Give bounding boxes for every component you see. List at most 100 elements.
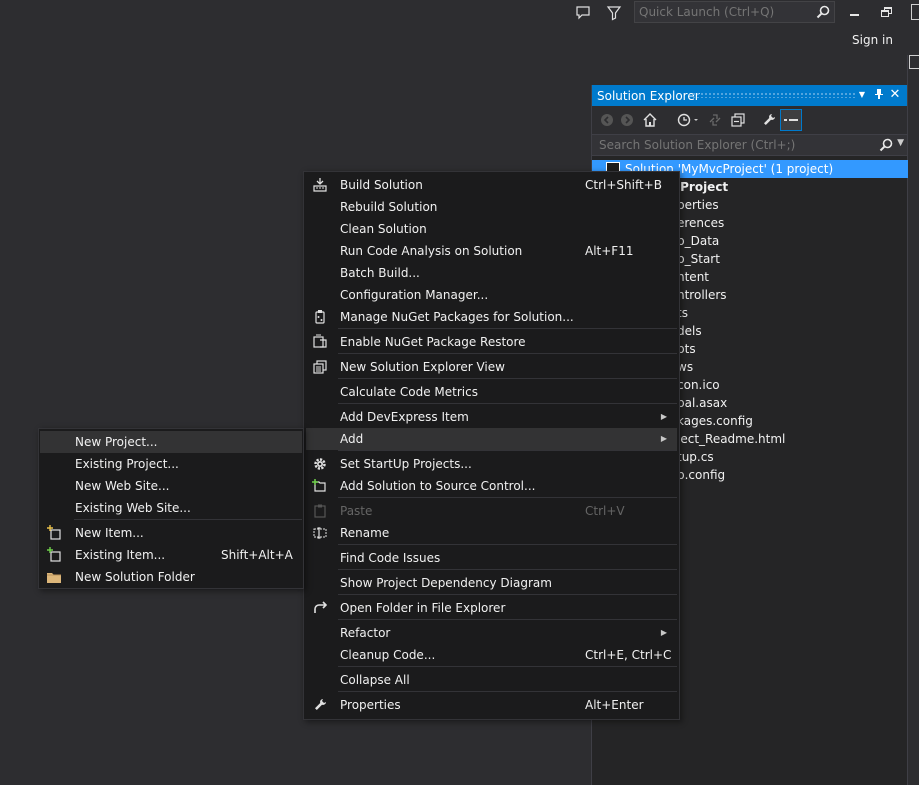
menu-item-existing-project[interactable]: Existing Project... <box>40 453 302 475</box>
existing-item-icon <box>46 547 62 563</box>
menu-separator <box>338 691 677 692</box>
menu-item-new-solution-folder[interactable]: New Solution Folder <box>40 566 302 588</box>
menu-item-existing-web-site[interactable]: Existing Web Site... <box>40 497 302 519</box>
menu-item-run-code-analysis[interactable]: Run Code Analysis on Solution Alt+F11 <box>306 240 677 262</box>
tree-item-label: perties <box>677 198 719 212</box>
new-view-icon <box>312 359 328 375</box>
title-grip[interactable] <box>692 92 855 98</box>
menu-separator <box>338 544 677 545</box>
menu-item-enable-nuget-restore[interactable]: Enable NuGet Package Restore <box>306 331 677 353</box>
collapse-all-icon[interactable] <box>729 111 747 129</box>
search-icon[interactable] <box>879 138 893 155</box>
menu-item-add[interactable]: Add ▶ <box>306 428 677 450</box>
menu-item-add-devexpress-item[interactable]: Add DevExpress Item ▶ <box>306 406 677 428</box>
new-item-icon <box>46 525 62 541</box>
titlebar-icons <box>570 2 630 24</box>
menu-item-new-item[interactable]: New Item... <box>40 522 302 544</box>
preview-selected-icon[interactable] <box>780 109 802 131</box>
history-icon[interactable] <box>674 111 702 129</box>
menu-separator <box>338 450 677 451</box>
menu-separator <box>338 353 677 354</box>
menu-item-manage-nuget[interactable]: Manage NuGet Packages for Solution... <box>306 306 677 328</box>
menu-separator <box>74 519 302 520</box>
menu-item-refactor[interactable]: Refactor ▶ <box>306 622 677 644</box>
close-button-edge[interactable] <box>911 4 919 20</box>
menu-item-rename[interactable]: Rename <box>306 522 677 544</box>
menu-separator <box>338 666 677 667</box>
menu-item-clean-solution[interactable]: Clean Solution <box>306 218 677 240</box>
pin-icon[interactable] <box>872 88 886 102</box>
menu-item-existing-item[interactable]: Existing Item... Shift+Alt+A <box>40 544 302 566</box>
dropdown-arrow-icon[interactable]: ▼ <box>855 88 869 102</box>
menu-item-add-to-source-control[interactable]: Add Solution to Source Control... <box>306 475 677 497</box>
menu-separator <box>338 328 677 329</box>
menu-separator <box>338 594 677 595</box>
menu-item-new-web-site[interactable]: New Web Site... <box>40 475 302 497</box>
add-submenu: New Project... Existing Project... New W… <box>38 428 304 589</box>
menu-item-configuration-manager[interactable]: Configuration Manager... <box>306 284 677 306</box>
gear-icon <box>312 456 328 472</box>
menu-item-rebuild-solution[interactable]: Rebuild Solution <box>306 196 677 218</box>
nuget-icon <box>312 309 328 325</box>
menu-item-calculate-code-metrics[interactable]: Calculate Code Metrics <box>306 381 677 403</box>
folder-icon <box>46 569 62 585</box>
menu-item-batch-build[interactable]: Batch Build... <box>306 262 677 284</box>
menu-item-cleanup-code[interactable]: Cleanup Code... Ctrl+E, Ctrl+C <box>306 644 677 666</box>
close-icon[interactable]: ✕ <box>888 88 902 102</box>
solution-explorer-title: Solution Explorer <box>597 88 700 103</box>
menu-item-collapse-all[interactable]: Collapse All <box>306 669 677 691</box>
source-control-icon <box>312 478 328 494</box>
tree-item-label: tup.cs <box>677 450 714 464</box>
minimize-icon[interactable] <box>846 6 864 20</box>
tree-item-label: erences <box>677 216 725 230</box>
menu-separator <box>338 497 677 498</box>
package-restore-icon <box>312 334 328 350</box>
solution-context-menu: Build Solution Ctrl+Shift+B Rebuild Solu… <box>303 171 680 720</box>
menu-item-open-folder-in-explorer[interactable]: Open Folder in File Explorer <box>306 597 677 619</box>
menu-separator <box>338 569 677 570</box>
paste-icon <box>312 503 328 519</box>
panel-tab-icon[interactable] <box>909 55 919 69</box>
search-options-dropdown-icon[interactable]: ▼ <box>897 138 904 148</box>
forward-icon[interactable] <box>618 111 636 129</box>
feedback-icon[interactable] <box>575 5 593 23</box>
submenu-arrow-icon: ▶ <box>660 628 667 637</box>
menu-item-find-code-issues[interactable]: Find Code Issues <box>306 547 677 569</box>
properties-wrench-icon[interactable] <box>760 111 778 129</box>
filter-icon[interactable] <box>606 5 624 23</box>
menu-separator <box>338 378 677 379</box>
tree-item-label: cProject <box>673 180 729 194</box>
tree-item-label: ntrollers <box>677 288 727 302</box>
solution-explorer-search-input[interactable] <box>597 137 867 153</box>
submenu-arrow-icon: ▶ <box>660 434 667 443</box>
tree-item-label: dels <box>677 324 702 338</box>
tree-item-label: con.ico <box>677 378 720 392</box>
menu-item-new-project[interactable]: New Project... <box>40 431 302 453</box>
tree-item-label: p_Data <box>677 234 720 248</box>
rename-icon <box>312 525 328 541</box>
menu-item-paste[interactable]: Paste Ctrl+V <box>306 500 677 522</box>
restore-icon[interactable] <box>878 4 896 20</box>
quick-launch-input[interactable] <box>635 2 812 22</box>
tree-item-label: ntent <box>677 270 710 284</box>
back-icon[interactable] <box>598 111 616 129</box>
menu-item-properties[interactable]: Properties Alt+Enter <box>306 694 677 716</box>
tree-item-label: bal.asax <box>677 396 728 410</box>
quick-launch-box[interactable] <box>634 1 835 23</box>
sign-in-link[interactable]: Sign in <box>852 33 893 47</box>
home-icon[interactable] <box>641 111 659 129</box>
solution-explorer-search[interactable]: ▼ <box>592 134 907 156</box>
tree-item-label: ject_Readme.html <box>677 432 786 446</box>
menu-separator <box>338 619 677 620</box>
search-icon[interactable] <box>812 2 834 22</box>
menu-item-show-dependency-diagram[interactable]: Show Project Dependency Diagram <box>306 572 677 594</box>
tree-item-label: p_Start <box>677 252 720 266</box>
menu-item-build-solution[interactable]: Build Solution Ctrl+Shift+B <box>306 174 677 196</box>
right-panel-edge <box>907 55 919 785</box>
solution-explorer-title-bar[interactable]: Solution Explorer ▼ ✕ <box>592 85 907 106</box>
sync-icon[interactable] <box>706 111 724 129</box>
wrench-icon <box>312 697 328 713</box>
solution-explorer-toolbar <box>592 106 907 134</box>
menu-item-set-startup-projects[interactable]: Set StartUp Projects... <box>306 453 677 475</box>
menu-item-new-solution-explorer-view[interactable]: New Solution Explorer View <box>306 356 677 378</box>
